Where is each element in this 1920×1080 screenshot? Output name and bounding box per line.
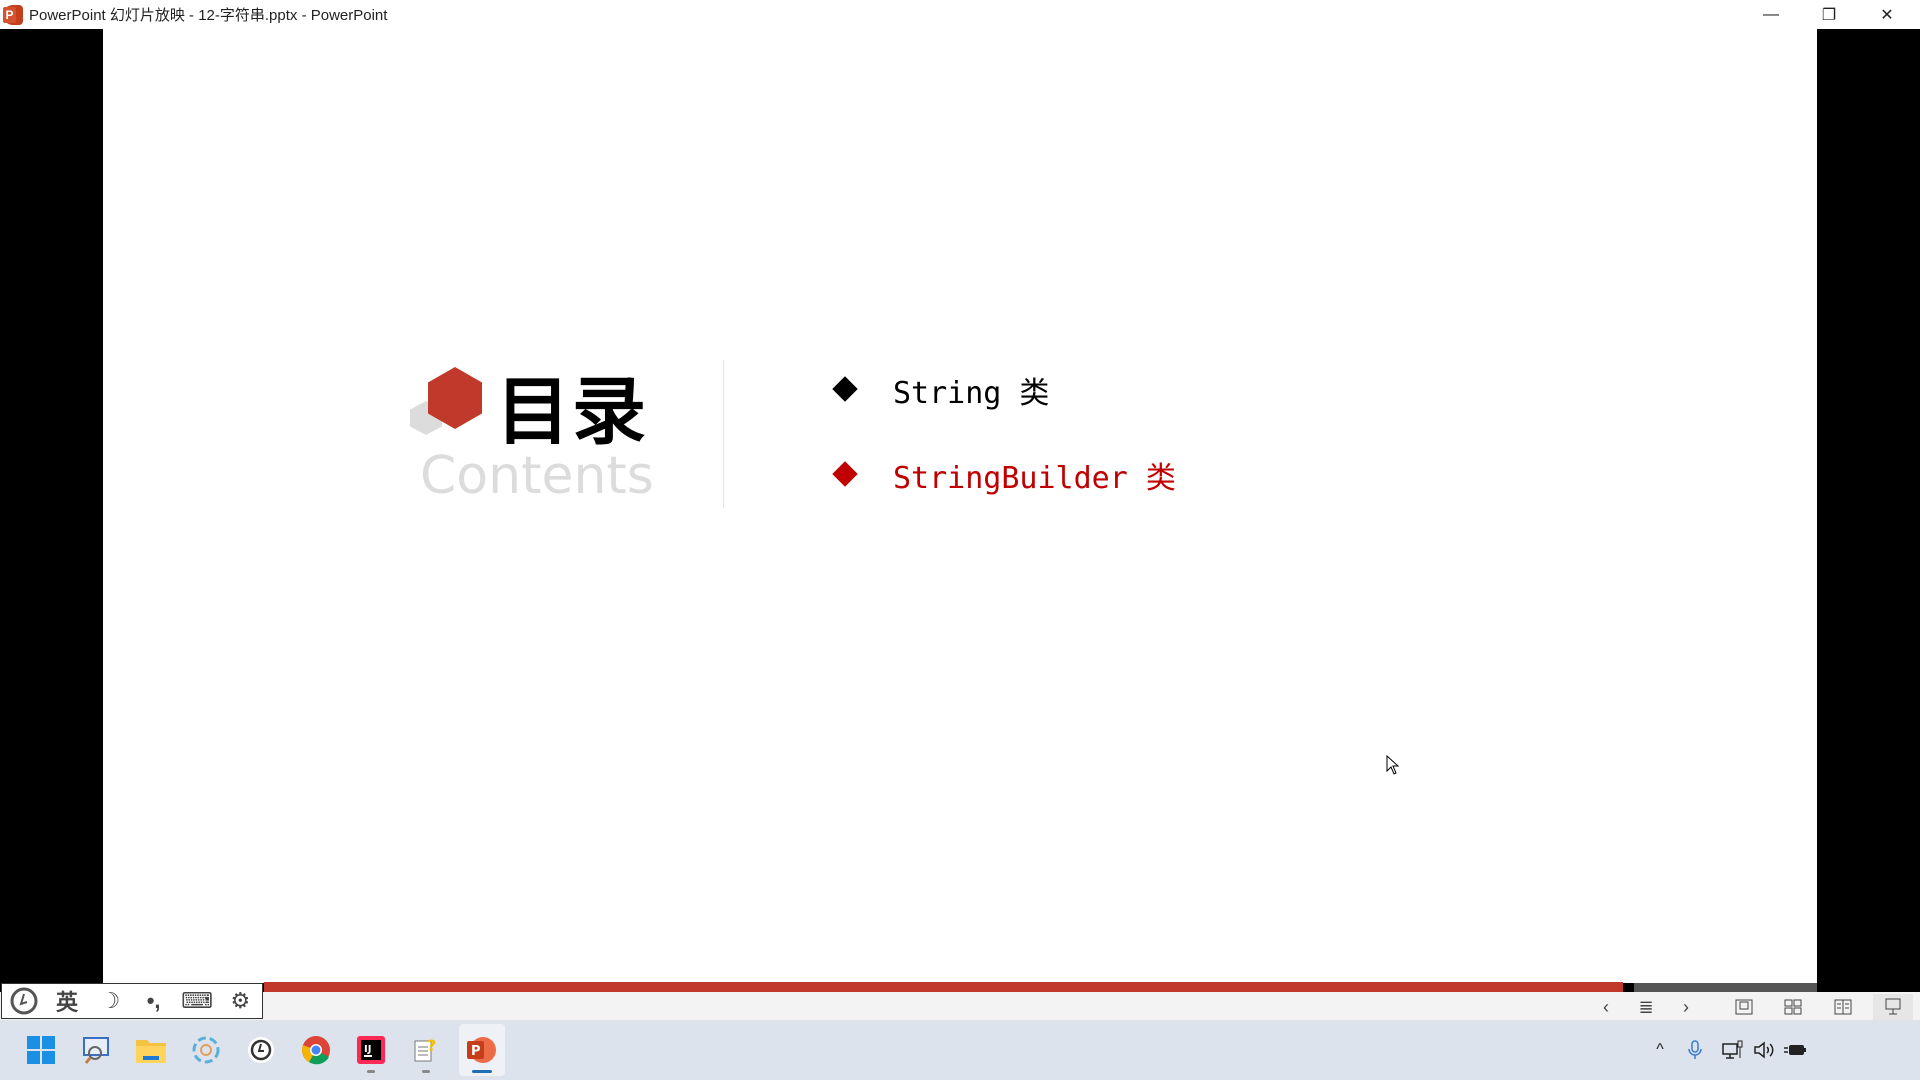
ime-language-button[interactable]: 英	[45, 984, 88, 1018]
title-bar: P PowerPoint 幻灯片放映 - 12-字符串.pptx - Power…	[0, 0, 1920, 29]
slide-progress-bar	[264, 982, 1623, 992]
remote-desktop-icon[interactable]	[80, 1034, 112, 1066]
close-button[interactable]: ✕	[1858, 0, 1916, 29]
ime-halfwidth-moon-icon[interactable]: ☽	[89, 984, 132, 1018]
minimize-button[interactable]: —	[1742, 0, 1800, 29]
slide-sorter-icon[interactable]	[1773, 994, 1813, 1020]
slide[interactable]	[103, 29, 1817, 983]
windows-start-icon[interactable]	[25, 1034, 57, 1066]
clock-app-icon[interactable]	[245, 1034, 277, 1066]
volume-icon[interactable]	[1752, 1038, 1776, 1062]
ime-settings-gear-icon[interactable]: ⚙	[219, 984, 262, 1018]
ime-keyboard-icon[interactable]: ⌨	[175, 984, 218, 1018]
slide-progress-remaining	[1634, 983, 1817, 992]
toc-item-string[interactable]: String 类	[893, 368, 1049, 412]
window-title: PowerPoint 幻灯片放映 - 12-字符串.pptx - PowerPo…	[29, 7, 388, 24]
normal-view-icon[interactable]	[1724, 994, 1764, 1020]
ime-punctuation-icon[interactable]: •,	[132, 984, 175, 1018]
file-explorer-icon[interactable]	[135, 1034, 167, 1066]
slideshow-view-icon[interactable]	[1873, 994, 1913, 1020]
microphone-icon[interactable]	[1683, 1038, 1707, 1062]
ime-toolbar: 英 ☽ •, ⌨ ⚙	[1, 983, 263, 1019]
show-hidden-icons-chevron-icon[interactable]: ^	[1648, 1038, 1672, 1062]
mouse-cursor-icon	[1386, 755, 1400, 775]
intellij-idea-icon[interactable]: IJ	[355, 1034, 387, 1066]
previous-slide-button[interactable]: ‹	[1586, 994, 1626, 1020]
pinwheel-app-icon[interactable]	[190, 1034, 222, 1066]
svg-text:P: P	[471, 1044, 481, 1059]
ime-logo-icon[interactable]	[2, 984, 45, 1018]
slide-menu-button[interactable]: ≣	[1626, 994, 1666, 1020]
active-indicator	[472, 1070, 492, 1073]
chrome-icon[interactable]	[300, 1034, 332, 1066]
restore-button[interactable]: ❐	[1800, 0, 1858, 29]
reading-view-icon[interactable]	[1823, 994, 1863, 1020]
toc-title: 目录	[496, 369, 648, 455]
divider	[723, 360, 724, 508]
notes-help-icon[interactable]: ?	[410, 1034, 442, 1066]
toc-item-stringbuilder[interactable]: StringBuilder 类	[893, 453, 1176, 497]
next-slide-button[interactable]: ›	[1666, 994, 1706, 1020]
battery-charging-icon[interactable]	[1783, 1038, 1807, 1062]
running-indicator	[422, 1070, 430, 1073]
powerpoint-taskbar-icon[interactable]: P	[465, 1034, 497, 1066]
network-icon[interactable]	[1721, 1038, 1745, 1062]
svg-text:?: ?	[427, 1036, 436, 1055]
taskbar	[0, 1020, 1920, 1080]
toc-subtitle: Contents	[420, 446, 654, 506]
red-hexagon-icon	[428, 367, 482, 429]
svg-text:IJ: IJ	[364, 1044, 371, 1055]
powerpoint-icon: P	[3, 4, 23, 25]
running-indicator	[367, 1070, 375, 1073]
